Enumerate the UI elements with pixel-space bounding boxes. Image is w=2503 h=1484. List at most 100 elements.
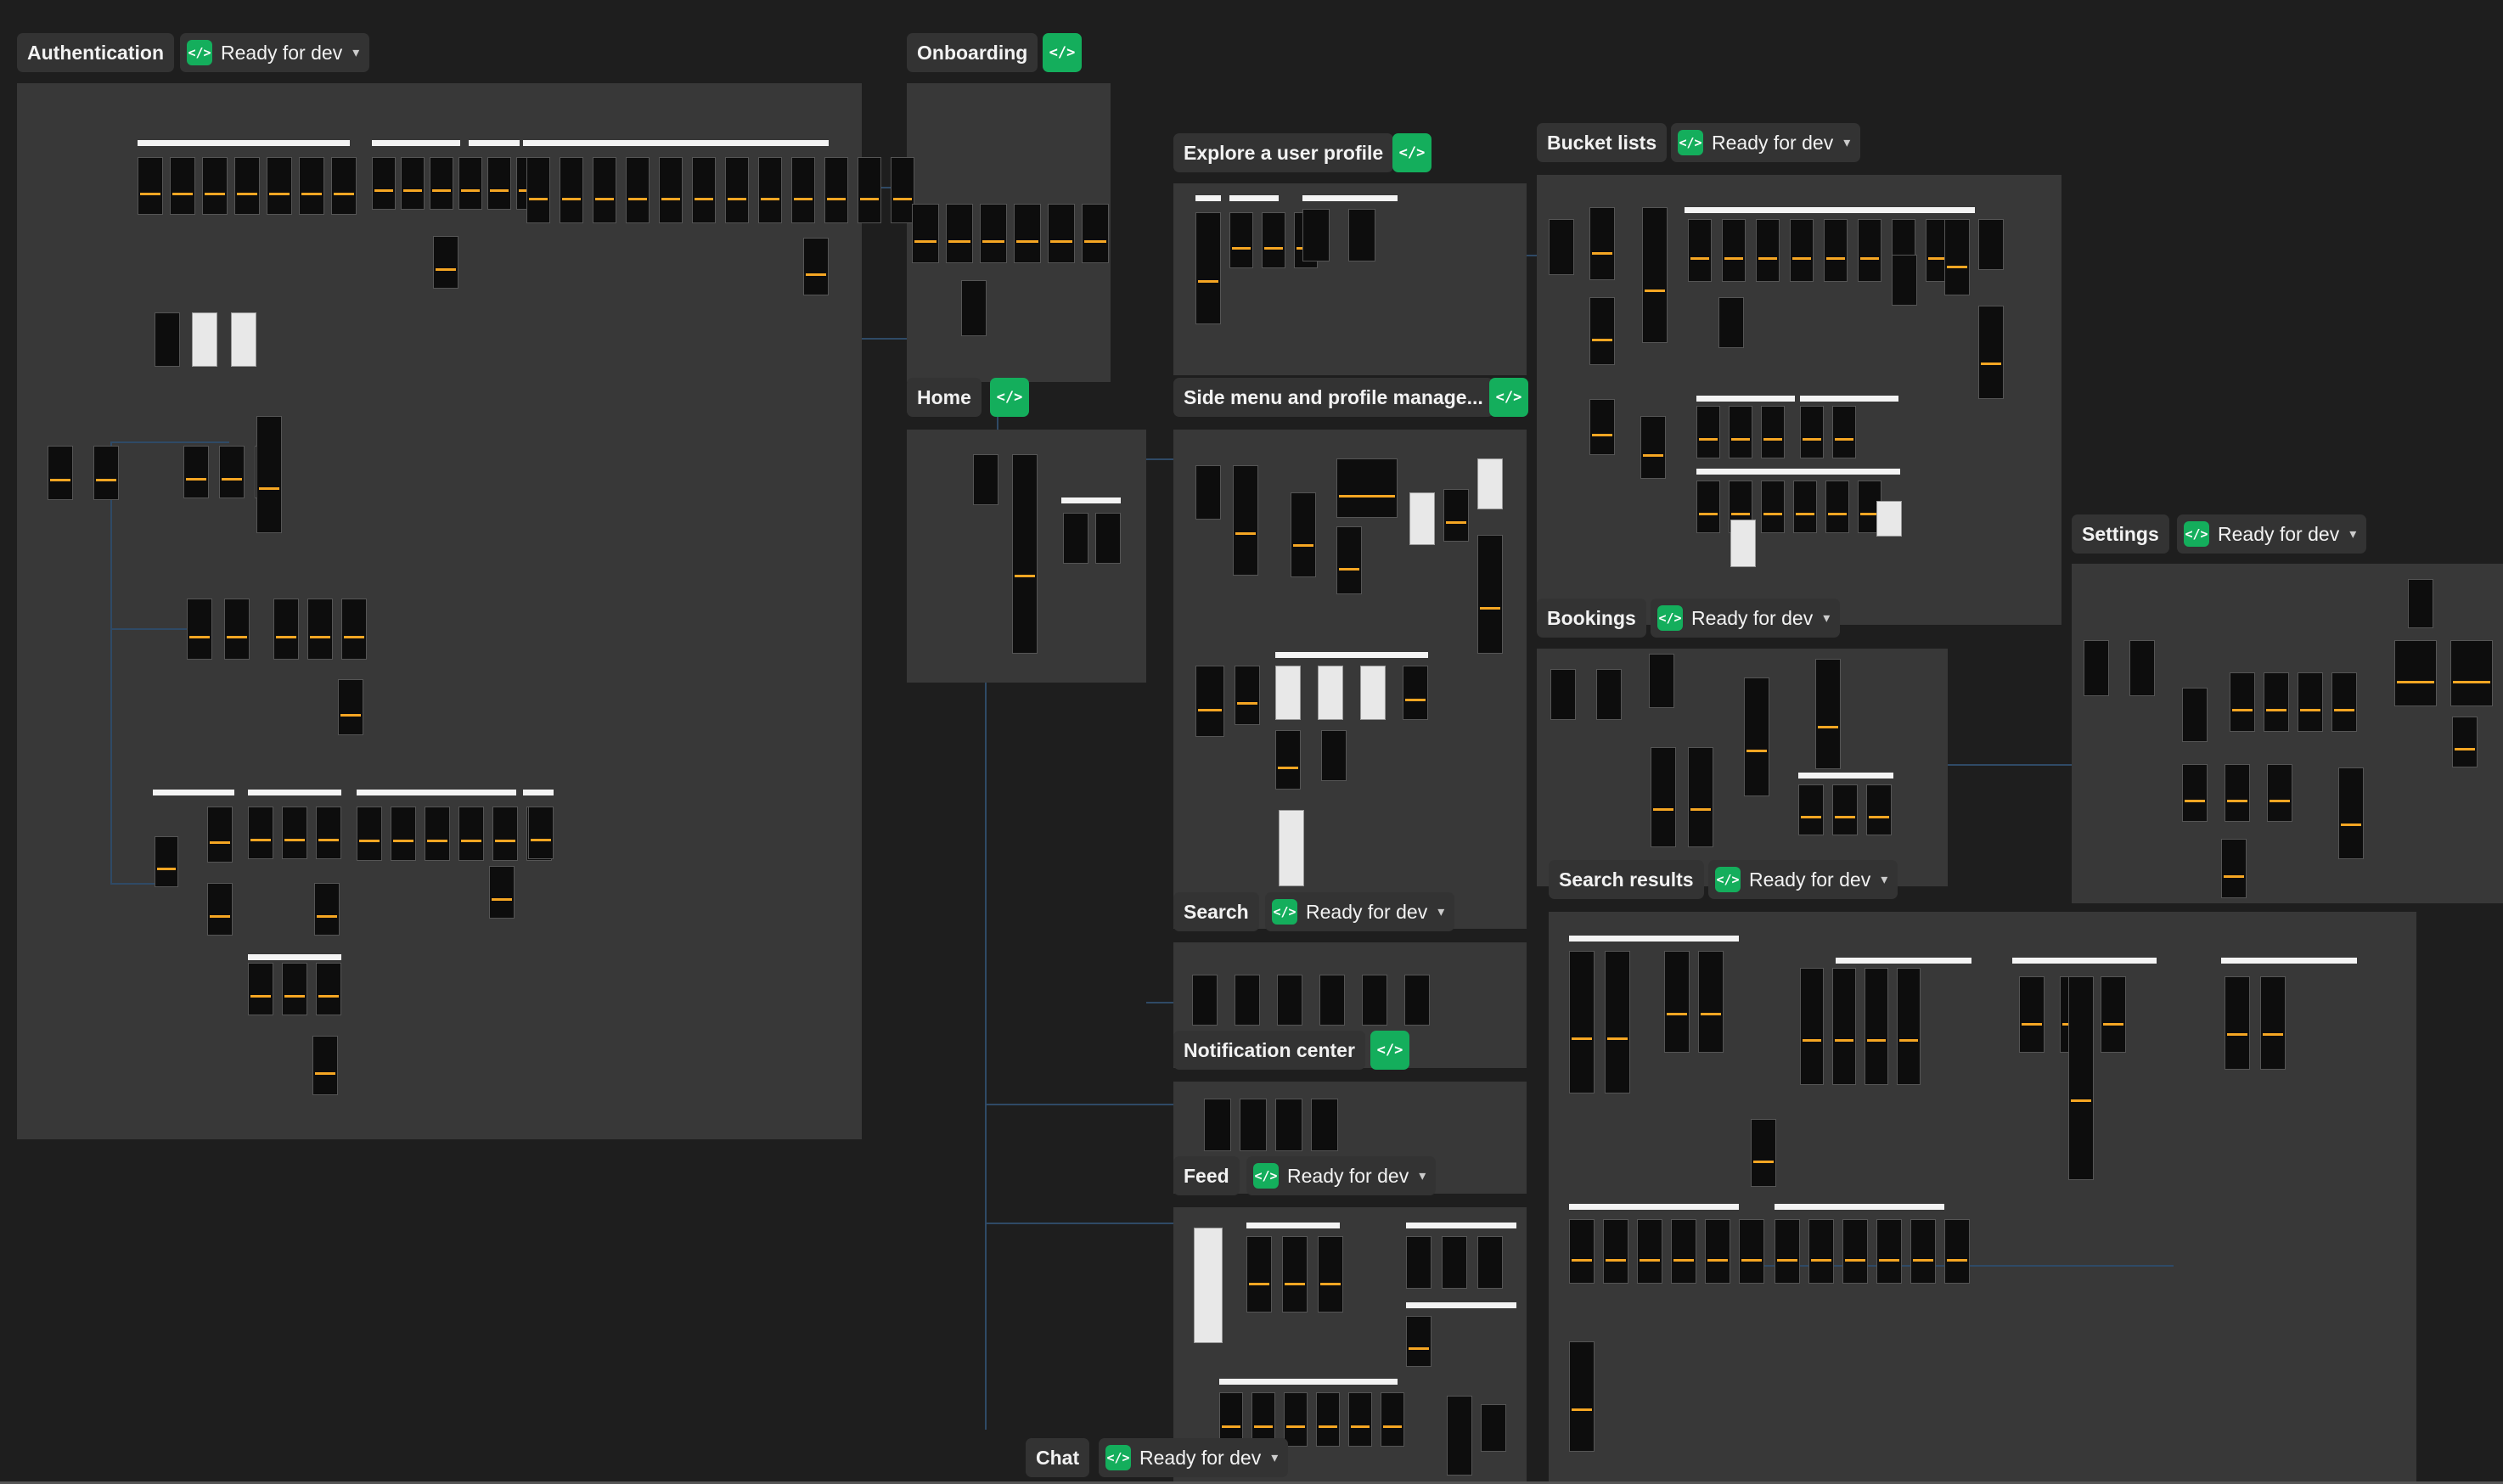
chevron-down-icon: ▾ xyxy=(1881,873,1888,887)
screen-thumbnail xyxy=(912,204,939,263)
group-header-bar xyxy=(1798,773,1893,779)
screen-thumbnail xyxy=(1195,465,1221,520)
connector-line xyxy=(862,338,907,340)
dev-mode-button-side-menu[interactable]: </> xyxy=(1489,378,1528,417)
screen-thumbnail xyxy=(425,807,450,861)
screen-thumbnail xyxy=(1316,1392,1340,1447)
screen-thumbnail xyxy=(314,883,340,936)
section-title-onboarding[interactable]: Onboarding xyxy=(907,33,1038,72)
status-badge-search[interactable]: </> Ready for dev ▾ xyxy=(1265,892,1455,931)
status-badge-bookings[interactable]: </> Ready for dev ▾ xyxy=(1651,599,1841,638)
code-brackets-icon: </> xyxy=(1398,144,1426,161)
screen-thumbnail xyxy=(560,157,583,223)
status-label: Ready for dev xyxy=(1749,868,1871,891)
section-title-search-results[interactable]: Search results xyxy=(1549,860,1704,899)
screen-thumbnail xyxy=(1381,1392,1404,1447)
screen-thumbnail xyxy=(593,157,616,223)
chevron-down-icon: ▾ xyxy=(1843,136,1851,150)
section-title-explore-profile[interactable]: Explore a user profile xyxy=(1173,133,1394,172)
status-label: Ready for dev xyxy=(1712,131,1834,154)
screen-thumbnail xyxy=(1477,458,1503,509)
section-title-bookings[interactable]: Bookings xyxy=(1537,599,1646,638)
screen-thumbnail xyxy=(2264,672,2289,732)
code-brackets-icon: </> xyxy=(1678,130,1703,155)
screen-thumbnail xyxy=(2394,640,2437,706)
status-badge-feed[interactable]: </> Ready for dev ▾ xyxy=(1246,1156,1437,1195)
group-header-bar xyxy=(1569,936,1739,942)
screen-thumbnail xyxy=(980,204,1007,263)
screen-thumbnail xyxy=(1756,219,1780,282)
screen-thumbnail xyxy=(1277,975,1302,1026)
screen-thumbnail xyxy=(1477,1236,1503,1289)
connector-line xyxy=(1146,1002,1173,1003)
section-title-side-menu[interactable]: Side menu and profile manage... xyxy=(1173,378,1493,417)
dev-mode-button-onboarding[interactable]: </> xyxy=(1043,33,1082,72)
screen-thumbnail xyxy=(858,157,881,223)
section-title-chat[interactable]: Chat xyxy=(1026,1438,1090,1477)
code-brackets-icon: </> xyxy=(1253,1163,1279,1189)
screen-thumbnail xyxy=(307,599,333,660)
screen-thumbnail xyxy=(1664,951,1690,1053)
group-header-bar xyxy=(1195,195,1221,201)
screen-thumbnail xyxy=(248,963,273,1015)
screen-thumbnail xyxy=(1235,666,1260,725)
screen-thumbnail xyxy=(1246,1236,1272,1313)
status-badge-bucket-lists[interactable]: </> Ready for dev ▾ xyxy=(1671,123,1861,162)
screen-thumbnail xyxy=(1800,968,1824,1085)
screen-thumbnail xyxy=(1348,1392,1372,1447)
status-label: Ready for dev xyxy=(2218,522,2340,545)
screen-thumbnail xyxy=(891,157,914,223)
screen-thumbnail xyxy=(946,204,973,263)
screen-thumbnail xyxy=(1865,968,1888,1085)
dev-mode-button-explore-profile[interactable]: </> xyxy=(1392,133,1431,172)
screen-thumbnail xyxy=(1362,975,1387,1026)
screen-thumbnail xyxy=(1048,204,1075,263)
code-brackets-icon: </> xyxy=(1049,44,1076,61)
screen-thumbnail xyxy=(316,807,341,859)
screen-thumbnail xyxy=(1195,666,1224,737)
status-label: Ready for dev xyxy=(221,41,343,64)
screen-thumbnail xyxy=(1688,219,1712,282)
status-badge-chat[interactable]: </> Ready for dev ▾ xyxy=(1099,1438,1289,1477)
screen-thumbnail xyxy=(1832,406,1856,458)
section-title-feed[interactable]: Feed xyxy=(1173,1156,1240,1195)
code-brackets-icon: </> xyxy=(996,389,1023,406)
screen-thumbnail xyxy=(487,157,511,210)
group-header-bar xyxy=(1229,195,1279,201)
screen-thumbnail xyxy=(1235,975,1260,1026)
section-title-authentication[interactable]: Authentication xyxy=(17,33,174,72)
design-canvas[interactable]: Authentication </> Ready for dev ▾ Onboa… xyxy=(0,0,2503,1484)
screen-thumbnail xyxy=(2408,579,2433,628)
screen-thumbnail xyxy=(526,157,550,223)
code-brackets-icon: </> xyxy=(1657,605,1683,631)
screen-thumbnail xyxy=(391,807,416,861)
screen-thumbnail xyxy=(155,312,180,367)
screen-thumbnail xyxy=(626,157,650,223)
connector-line xyxy=(985,1223,1173,1224)
screen-thumbnail xyxy=(231,312,256,367)
screen-thumbnail xyxy=(1800,406,1824,458)
screen-thumbnail xyxy=(1279,810,1304,886)
dev-mode-button-home[interactable]: </> xyxy=(990,378,1029,417)
screen-thumbnail xyxy=(48,446,73,500)
section-title-notification-center[interactable]: Notification center xyxy=(1173,1031,1365,1070)
screen-thumbnail xyxy=(224,599,250,660)
screen-thumbnail xyxy=(1284,1392,1308,1447)
status-badge-authentication[interactable]: </> Ready for dev ▾ xyxy=(180,33,370,72)
screen-thumbnail xyxy=(692,157,716,223)
status-label: Ready for dev xyxy=(1139,1446,1262,1469)
screen-thumbnail xyxy=(1275,666,1301,720)
screen-thumbnail xyxy=(1798,784,1824,835)
connector-line xyxy=(110,628,195,630)
section-title-search[interactable]: Search xyxy=(1173,892,1259,931)
section-title-settings[interactable]: Settings xyxy=(2072,514,2169,554)
screen-thumbnail xyxy=(1696,406,1720,458)
dev-mode-button-notification-center[interactable]: </> xyxy=(1370,1031,1409,1070)
group-header-bar xyxy=(1696,396,1795,402)
section-title-home[interactable]: Home xyxy=(907,378,982,417)
chevron-down-icon: ▾ xyxy=(352,46,360,60)
frame-settings[interactable] xyxy=(2072,564,2503,903)
status-badge-settings[interactable]: </> Ready for dev ▾ xyxy=(2177,514,2367,554)
status-badge-search-results[interactable]: </> Ready for dev ▾ xyxy=(1708,860,1898,899)
section-title-bucket-lists[interactable]: Bucket lists xyxy=(1537,123,1668,162)
